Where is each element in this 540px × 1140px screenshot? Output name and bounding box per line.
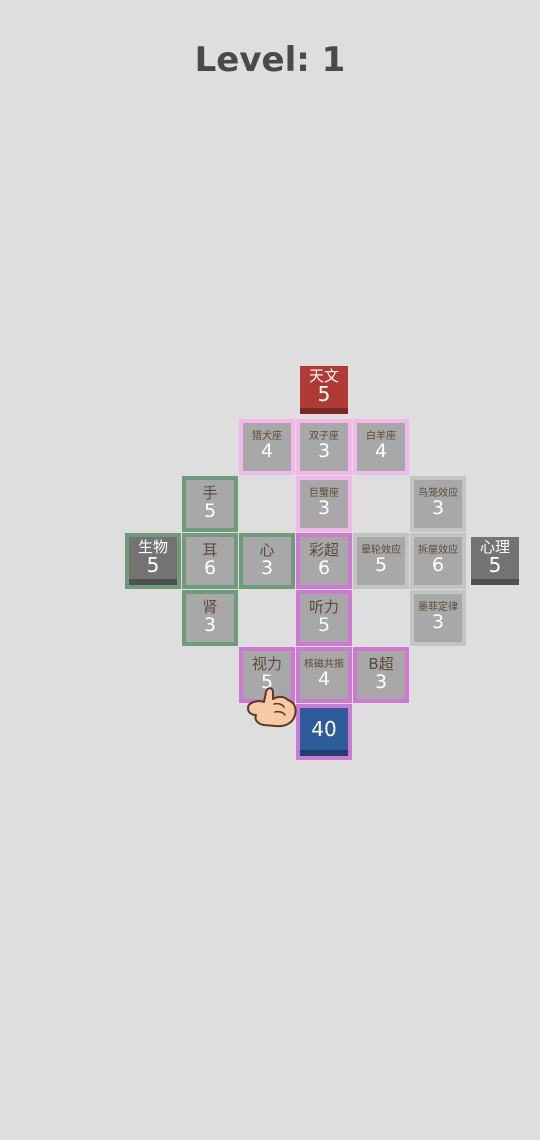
player-block-value: 40 [311,716,337,741]
cell-orion-value: 4 [260,440,274,463]
cell-gemini[interactable]: 双子座 3 [300,423,348,471]
category-psychology[interactable]: 心理 5 [471,537,519,585]
cell-mri[interactable]: 核磁共振 4 [300,651,348,699]
cell-halo-effect-value: 5 [374,554,388,577]
cell-orion[interactable]: 猎犬座 4 [243,423,291,471]
game-board: 猎犬座 4 双子座 3 白羊座 4 手 5 巨蟹座 3 鸟笼效应 3 耳 6 心 3 彩超 6 晕轮效应 5 拆屋效应 6… [0,0,540,1140]
category-psychology-value: 5 [488,553,502,578]
cell-aries[interactable]: 白羊座 4 [357,423,405,471]
cell-aries-value: 4 [374,440,388,463]
cell-gemini-value: 3 [317,440,331,463]
cell-halo-effect[interactable]: 晕轮效应 5 [357,537,405,585]
cell-murphy[interactable]: 墨菲定律 3 [414,594,462,642]
category-astronomy-value: 5 [317,382,331,407]
cell-hearing[interactable]: 听力 5 [300,594,348,642]
cell-birdcage-value: 3 [431,497,445,520]
cell-hand-value: 5 [203,499,217,522]
cell-ear[interactable]: 耳6 [186,537,234,585]
cell-ear-value: 6 [203,556,217,579]
cell-color-doppler-value: 6 [317,556,331,579]
cell-broken-window-value: 6 [431,554,445,577]
pointing-hand-icon [247,687,297,728]
cell-murphy-value: 3 [431,611,445,634]
cell-cancer[interactable]: 巨蟹座 3 [300,480,348,528]
category-biology[interactable]: 生物 5 [129,537,177,585]
cell-b-ultrasound[interactable]: B超 3 [357,651,405,699]
cell-heart-value: 3 [260,556,274,579]
cell-hearing-value: 5 [317,613,331,636]
cell-birdcage[interactable]: 鸟笼效应 3 [414,480,462,528]
cell-b-ultrasound-value: 3 [374,670,388,693]
cell-cancer-value: 3 [317,497,331,520]
cell-kidney[interactable]: 肾3 [186,594,234,642]
cell-kidney-value: 3 [203,613,217,636]
cell-hand[interactable]: 手5 [186,480,234,528]
cell-mri-value: 4 [317,668,331,691]
cell-heart[interactable]: 心3 [243,537,291,585]
category-biology-value: 5 [146,553,160,578]
cell-broken-window[interactable]: 拆屋效应 6 [414,537,462,585]
category-astronomy[interactable]: 天文 5 [300,366,348,414]
cell-color-doppler[interactable]: 彩超 6 [300,537,348,585]
player-block[interactable]: 40 [300,708,348,756]
